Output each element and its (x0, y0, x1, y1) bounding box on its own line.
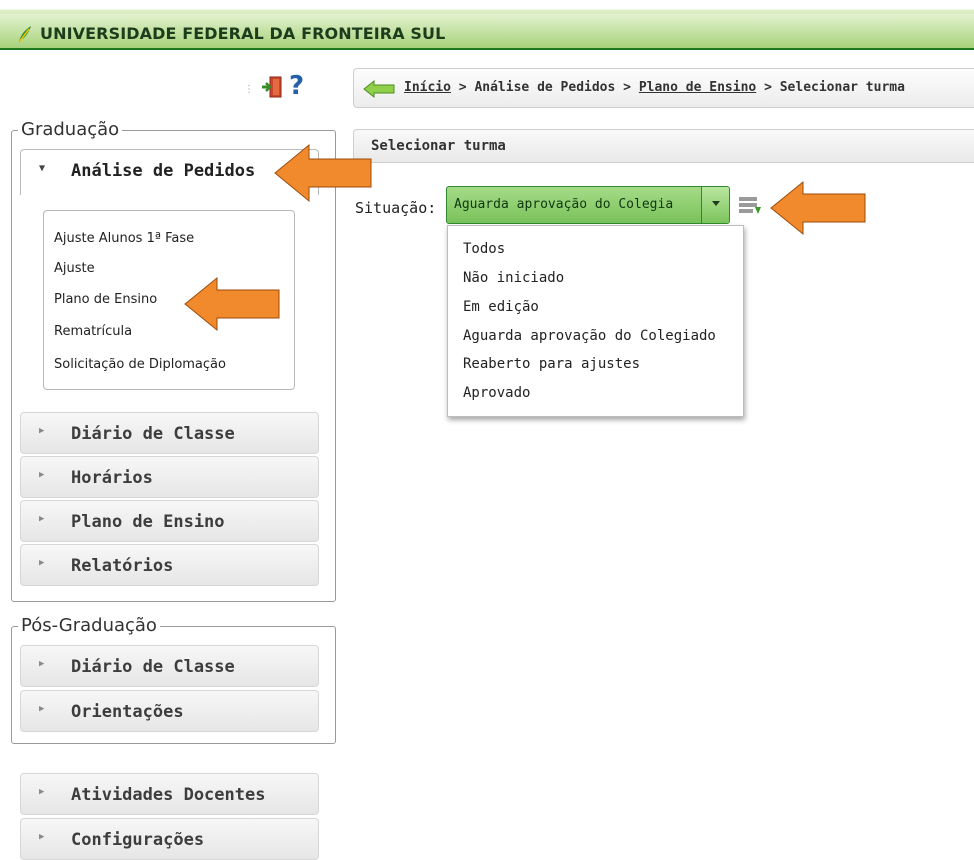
chevron-right-icon: ▶ (39, 659, 45, 669)
chevron-right-icon: ▶ (39, 514, 45, 524)
annotation-arrow-icon (274, 143, 372, 203)
app-header: UNIVERSIDADE FEDERAL DA FRONTEIRA SUL (0, 0, 974, 50)
accordion-horarios[interactable]: ▶ Horários (20, 456, 319, 498)
annotation-arrow-icon (770, 180, 866, 236)
chevron-right-icon: ▶ (39, 470, 45, 480)
accordion-label: Relatórios (71, 556, 174, 576)
graduacao-legend: Graduação (18, 119, 123, 141)
option-aguarda-aprovacao[interactable]: Aguarda aprovação do Colegiado (463, 328, 716, 344)
chevron-right-icon: ▶ (39, 787, 45, 797)
breadcrumb-current: Selecionar turma (779, 80, 905, 95)
accordion-plano-ensino[interactable]: ▶ Plano de Ensino (20, 500, 319, 542)
accordion-atividades-docentes[interactable]: ▶ Atividades Docentes (20, 773, 319, 815)
breadcrumb-home-link[interactable]: Início (404, 80, 451, 95)
chevron-down-icon: ▼ (39, 163, 46, 174)
submenu-ajuste-alunos[interactable]: Ajuste Alunos 1ª Fase (54, 231, 194, 246)
breadcrumb-plano-link[interactable]: Plano de Ensino (639, 80, 756, 95)
accordion-label: Configurações (71, 830, 205, 850)
filter-list-icon[interactable] (737, 193, 763, 219)
breadcrumb: Início > Análise de Pedidos > Plano de E… (353, 68, 974, 108)
breadcrumb-separator: > (458, 80, 467, 95)
accordion-pos-diario-classe[interactable]: ▶ Diário de Classe (20, 645, 319, 687)
chevron-right-icon: ▶ (39, 426, 45, 436)
chevron-right-icon: ▶ (39, 832, 45, 842)
help-icon[interactable]: ? (289, 72, 304, 100)
option-aprovado[interactable]: Aprovado (463, 385, 530, 401)
option-todos[interactable]: Todos (463, 241, 505, 257)
breadcrumb-analise: Análise de Pedidos (474, 80, 616, 95)
accordion-label: Atividades Docentes (71, 785, 266, 805)
panel-title: Selecionar turma (371, 138, 506, 154)
accordion-label: Horários (71, 468, 153, 488)
accordion-relatorios[interactable]: ▶ Relatórios (20, 544, 319, 586)
accordion-label: Diário de Classe (71, 657, 235, 677)
situacao-options-list: Todos Não iniciado Em edição Aguarda apr… (447, 225, 744, 417)
submenu-plano-ensino[interactable]: Plano de Ensino (54, 292, 157, 307)
option-em-edicao[interactable]: Em edição (463, 299, 539, 315)
breadcrumb-trail: Início > Análise de Pedidos > Plano de E… (404, 80, 905, 95)
option-reaberto[interactable]: Reaberto para ajustes (463, 356, 640, 372)
accordion-label: Plano de Ensino (71, 512, 225, 532)
accordion-label: Diário de Classe (71, 424, 235, 444)
chevron-right-icon: ▶ (39, 558, 45, 568)
situacao-selected-value: Aguarda aprovação do Colegia (454, 197, 674, 212)
accordion-orientacoes[interactable]: ▶ Orientações (20, 690, 319, 732)
toolbar-separator: ⋮ (244, 84, 254, 95)
posgraduacao-legend: Pós-Graduação (18, 615, 160, 637)
annotation-arrow-icon (184, 276, 280, 332)
university-title: UNIVERSIDADE FEDERAL DA FRONTEIRA SUL (40, 24, 446, 43)
chevron-right-icon: ▶ (39, 704, 45, 714)
exit-door-icon[interactable] (261, 75, 283, 99)
accordion-label: Análise de Pedidos (71, 161, 256, 181)
panel-header: Selecionar turma (353, 129, 974, 163)
back-arrow-icon[interactable] (362, 79, 396, 99)
submenu-diplomacao[interactable]: Solicitação de Diplomação (54, 357, 226, 372)
breadcrumb-separator: > (764, 80, 772, 95)
submenu-ajuste[interactable]: Ajuste (54, 261, 95, 276)
breadcrumb-separator: > (623, 80, 631, 95)
option-nao-iniciado[interactable]: Não iniciado (463, 270, 564, 286)
dropdown-toggle-button[interactable] (701, 187, 729, 223)
accordion-diario-classe[interactable]: ▶ Diário de Classe (20, 412, 319, 454)
situacao-select[interactable]: Aguarda aprovação do Colegia (446, 186, 730, 224)
ufss-logo-icon (19, 26, 31, 42)
accordion-label: Orientações (71, 702, 184, 722)
caret-down-icon (712, 201, 720, 206)
submenu-rematricula[interactable]: Rematrícula (54, 324, 132, 339)
